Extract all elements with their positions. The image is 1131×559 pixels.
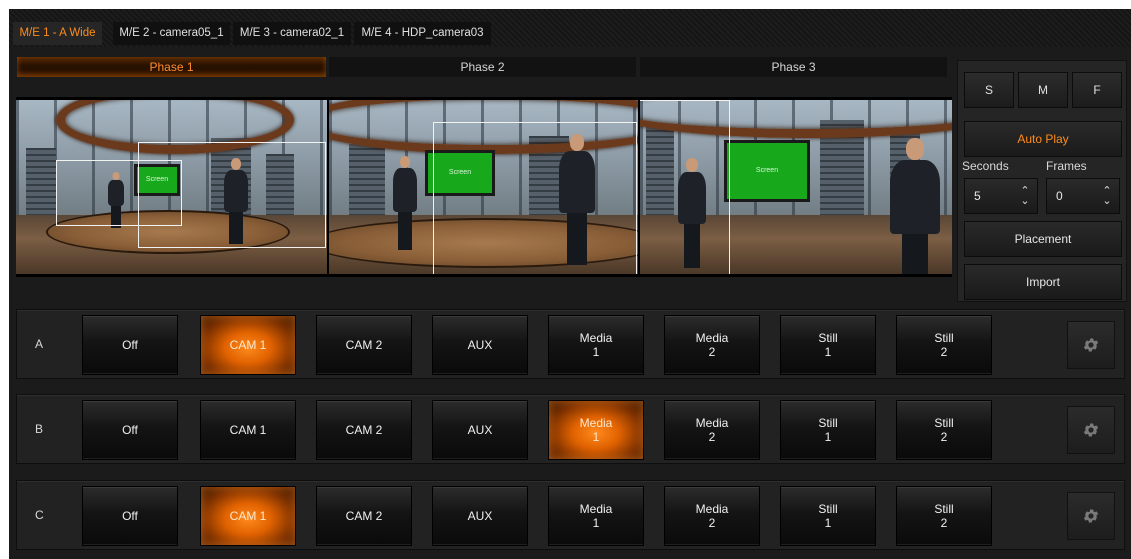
source-button[interactable]: Still 2 [896,400,992,460]
gear-icon [1083,509,1099,523]
source-button-label: Still 1 [818,331,838,359]
tab-me4[interactable]: M/E 4 - HDP_camera03 [354,22,491,45]
source-button-label: Off [122,423,138,437]
source-button-label: CAM 1 [229,338,267,352]
row-label: B [35,422,44,436]
source-button[interactable]: Media 1 [548,400,644,460]
source-button-label: Off [122,338,138,352]
phase-2-preview[interactable]: Screen [329,100,638,274]
source-button[interactable]: AUX [432,315,528,375]
source-button-label: Media 2 [695,502,729,530]
source-button-label: Still 1 [818,502,838,530]
phase-3-preview[interactable]: Screen [640,100,952,274]
source-button-label: Media 1 [579,502,613,530]
tab-me3[interactable]: M/E 3 - camera02_1 [233,22,351,45]
source-button-label: Media 2 [695,331,729,359]
source-button-label: Still 2 [934,502,954,530]
gear-icon [1083,338,1099,352]
source-button[interactable]: CAM 2 [316,315,412,375]
source-button-label: AUX [467,338,493,352]
framing-box[interactable] [433,122,637,274]
source-button-label: Media 1 [579,331,613,359]
source-button[interactable]: Still 2 [896,315,992,375]
speed-fast-button[interactable]: F [1072,72,1122,108]
row-settings-button[interactable] [1067,492,1115,540]
source-row-c: C Off CAM 1 CAM 2 AUX Media 1 Media 2 Still 1 St… [16,480,1125,550]
source-button-label: Still 2 [934,416,954,444]
seconds-value: 5 [974,189,981,203]
virtual-screen: Screen [724,140,810,202]
preview-strip: Screen Screen Screen [16,97,952,277]
row-label: A [35,337,44,351]
source-button[interactable]: Media 1 [548,315,644,375]
source-button[interactable]: Still 1 [780,400,876,460]
source-button[interactable]: Still 2 [896,486,992,546]
chevron-down-icon[interactable]: ⌄ [1101,196,1113,207]
phase-2-button[interactable]: Phase 2 [329,57,636,77]
source-button[interactable]: AUX [432,400,528,460]
row-settings-button[interactable] [1067,321,1115,369]
source-button-label: CAM 2 [345,509,383,523]
source-row-a: A Off CAM 1 CAM 2 AUX Media 1 Media 2 Still 1 St… [16,309,1125,379]
source-button[interactable]: Media 2 [664,400,760,460]
source-button-label: Media 1 [579,416,613,444]
source-button[interactable]: Still 1 [780,315,876,375]
phase-1-preview[interactable]: Screen [16,100,327,274]
source-button[interactable]: Off [82,486,178,546]
timing-panel: S M F Auto Play Seconds Frames 5 ⌃ ⌄ 0 ⌃… [957,60,1127,302]
presenter-figure [890,138,940,274]
gear-icon [1083,423,1099,437]
speed-slow-button[interactable]: S [964,72,1014,108]
source-button[interactable]: Still 1 [780,486,876,546]
source-button-label: AUX [467,509,493,523]
source-button[interactable]: Media 2 [664,315,760,375]
frames-stepper[interactable]: 0 ⌃ ⌄ [1046,178,1120,214]
row-label: C [35,508,44,522]
seconds-stepper[interactable]: 5 ⌃ ⌄ [964,178,1038,214]
frames-value: 0 [1056,189,1063,203]
phase-1-button[interactable]: Phase 1 [17,57,326,77]
presenter-figure [393,156,417,252]
source-button-label: Off [122,509,138,523]
framing-box[interactable] [640,100,730,274]
source-button[interactable]: CAM 1 [200,400,296,460]
import-button[interactable]: Import [964,264,1122,300]
source-button-label: CAM 2 [345,338,383,352]
source-button[interactable]: CAM 2 [316,400,412,460]
source-button-label: CAM 1 [229,509,267,523]
source-button-label: Media 2 [695,416,729,444]
live-set-editor: M/E 1 - A Wide M/E 2 - camera05_1 M/E 3 … [9,9,1131,559]
phase-3-button[interactable]: Phase 3 [640,57,947,77]
chevron-down-icon[interactable]: ⌄ [1019,196,1031,207]
source-button[interactable]: CAM 1 [200,315,296,375]
source-button[interactable]: CAM 1 [200,486,296,546]
source-row-b: B Off CAM 1 CAM 2 AUX Media 1 Media 2 Still 1 St… [16,394,1125,464]
tab-me1[interactable]: M/E 1 - A Wide [13,22,102,45]
source-button-label: CAM 1 [229,423,267,437]
source-button[interactable]: CAM 2 [316,486,412,546]
tab-me2[interactable]: M/E 2 - camera05_1 [113,22,230,45]
source-button-label: Still 1 [818,416,838,444]
framing-box[interactable] [138,142,326,248]
placement-button[interactable]: Placement [964,221,1122,257]
source-button-label: CAM 2 [345,423,383,437]
source-button[interactable]: Off [82,400,178,460]
me-tab-strip: M/E 1 - A Wide M/E 2 - camera05_1 M/E 3 … [9,9,1131,47]
source-button-label: AUX [467,423,493,437]
frames-label: Frames [1046,159,1087,173]
source-button-label: Still 2 [934,331,954,359]
seconds-label: Seconds [962,159,1009,173]
speed-medium-button[interactable]: M [1018,72,1068,108]
row-settings-button[interactable] [1067,406,1115,454]
source-button[interactable]: AUX [432,486,528,546]
auto-play-button[interactable]: Auto Play [964,121,1122,157]
source-button[interactable]: Media 1 [548,486,644,546]
source-button[interactable]: Off [82,315,178,375]
source-button[interactable]: Media 2 [664,486,760,546]
